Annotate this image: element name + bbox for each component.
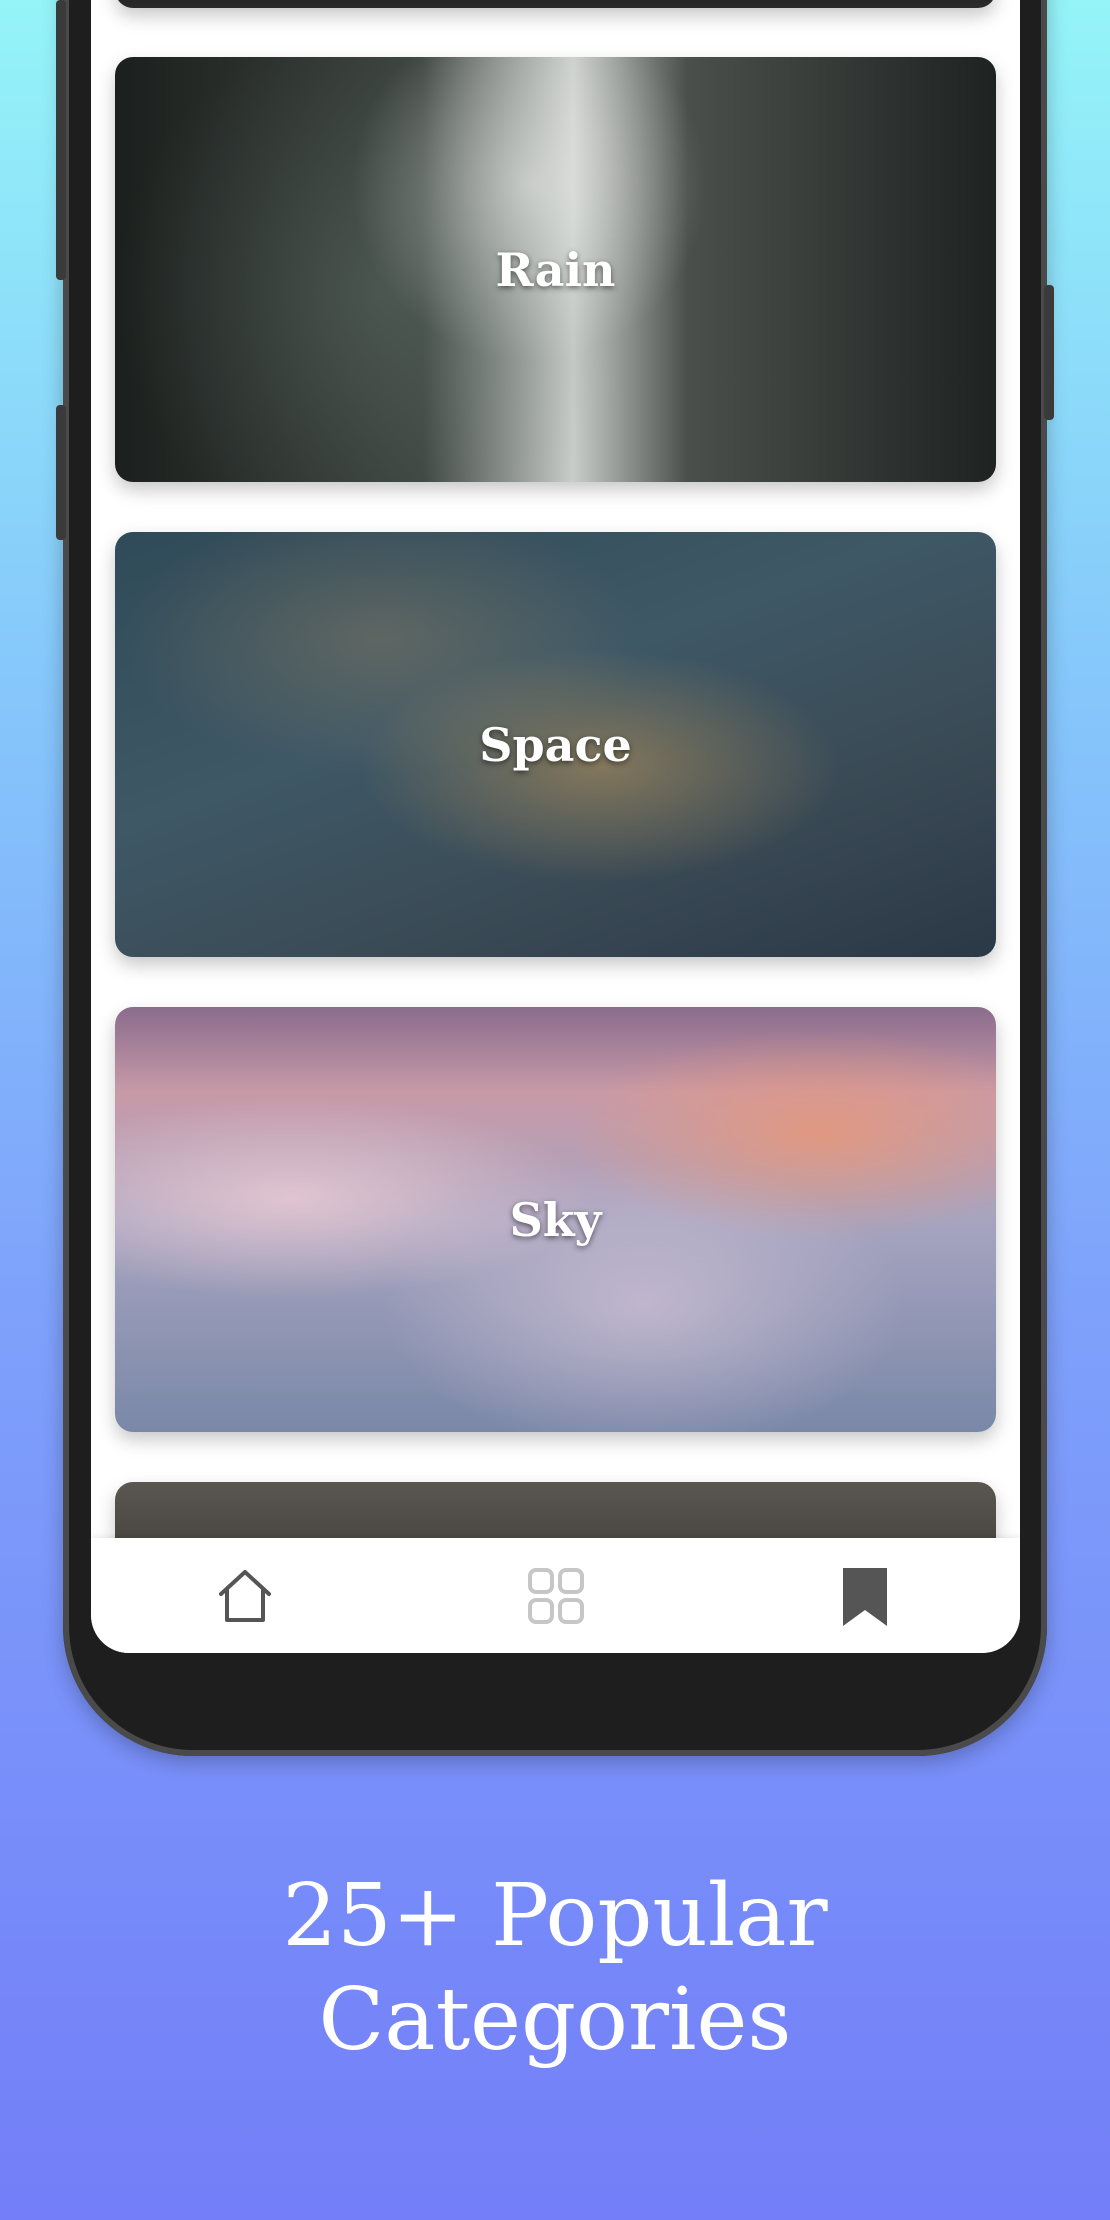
bookmark-icon	[843, 1568, 887, 1626]
side-button-volume-1	[56, 0, 66, 280]
tagline-line-2: Categories	[318, 1970, 792, 2070]
home-icon	[219, 1570, 271, 1622]
category-card-rain[interactable]: Rain	[115, 57, 996, 482]
category-card-partial-top[interactable]	[115, 0, 996, 8]
category-label: Space	[479, 717, 632, 772]
nav-home-button[interactable]	[212, 1563, 278, 1629]
side-button-volume-2	[56, 405, 66, 540]
category-label: Sky	[509, 1192, 602, 1247]
category-label: Rain	[495, 242, 616, 297]
bottom-navigation	[91, 1538, 1020, 1653]
grid-icon	[528, 1568, 584, 1624]
side-button-power	[1044, 285, 1054, 420]
nav-saved-button[interactable]	[832, 1563, 898, 1629]
category-card-sky[interactable]: Sky	[115, 1007, 996, 1432]
nav-categories-button[interactable]	[523, 1563, 589, 1629]
tagline-line-1: 25+ Popular	[282, 1866, 828, 1966]
promo-tagline: 25+ Popular Categories	[0, 1864, 1110, 2072]
category-card-space[interactable]: Space	[115, 532, 996, 957]
phone-screen: Rain Space Sky	[91, 0, 1020, 1653]
